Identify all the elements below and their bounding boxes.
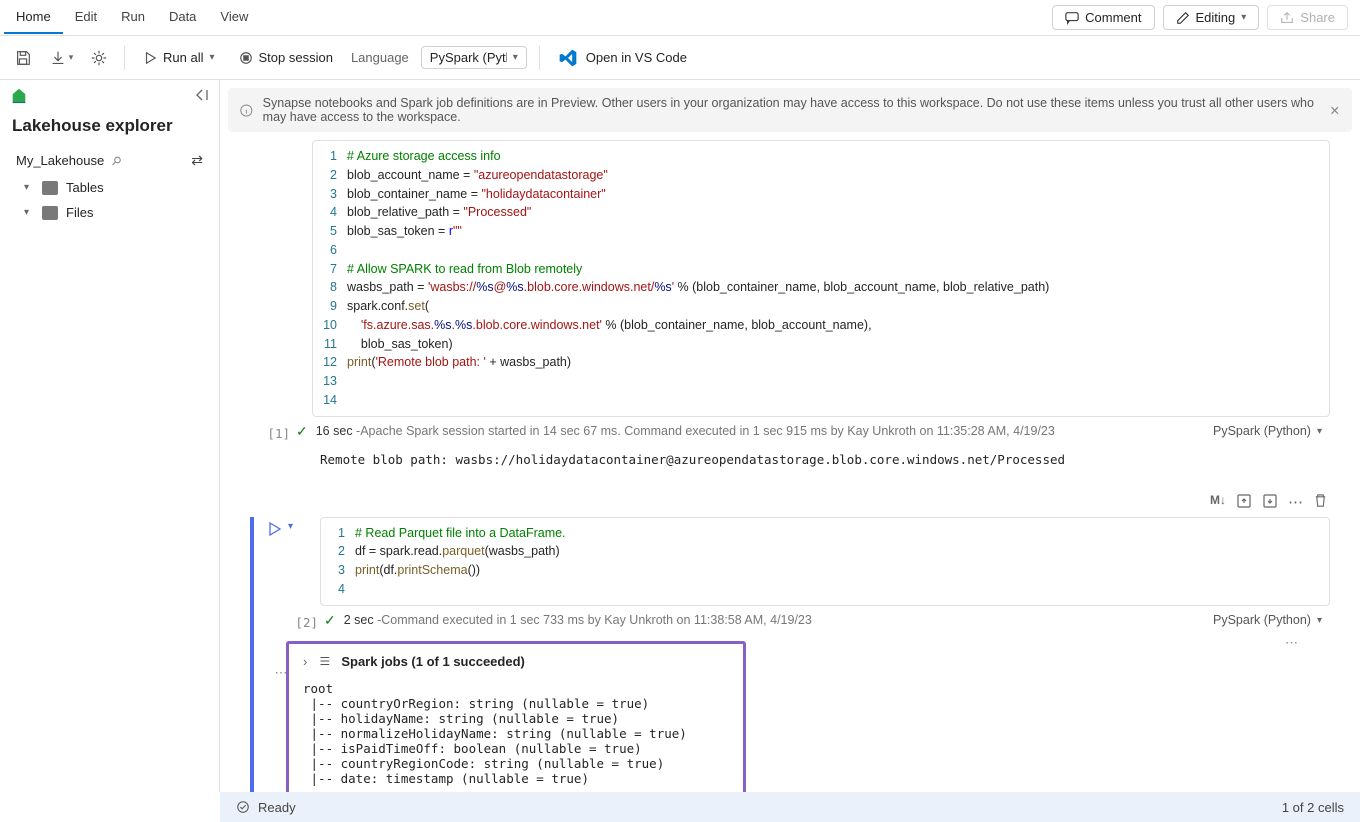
chevron-down-icon: ▾ (1317, 426, 1322, 437)
code-editor-1[interactable]: 1# Azure storage access info2blob_accoun… (312, 140, 1330, 417)
cell-lang-2[interactable]: PySpark (Python) (1213, 613, 1311, 627)
cell-lang-1[interactable]: PySpark (Python) (1213, 424, 1311, 438)
code-editor-2[interactable]: 1# Read Parquet file into a DataFrame.2d… (320, 517, 1330, 606)
more-button[interactable]: ⋯ (1288, 493, 1303, 511)
status-text-2: Command executed in 1 sec 733 ms by Kay … (381, 613, 812, 627)
cell-index-2: [2] (266, 611, 318, 630)
tree-tables[interactable]: ▾ Tables (0, 175, 219, 200)
menu-home[interactable]: Home (4, 1, 63, 34)
download-icon (49, 49, 67, 67)
folder-icon (42, 206, 58, 220)
open-vscode-button[interactable]: Open in VS Code (552, 44, 693, 72)
run-cell-button[interactable] (266, 521, 282, 606)
schema-output: root |-- countryOrRegion: string (nullab… (303, 681, 729, 786)
language-value: PySpark (Pytho... (430, 50, 507, 65)
run-all-label: Run all (163, 50, 203, 65)
vscode-label: Open in VS Code (586, 50, 687, 65)
settings-button[interactable] (86, 45, 112, 71)
info-icon (240, 103, 253, 118)
list-icon (317, 654, 331, 668)
success-icon: ✓ (324, 612, 336, 629)
pencil-icon (1176, 11, 1190, 25)
insert-above-button[interactable] (1236, 493, 1252, 511)
editing-label: Editing (1196, 10, 1236, 25)
run-all-button[interactable]: Run all ▾ (137, 46, 221, 69)
lakehouse-icon (10, 86, 28, 104)
cell-2: ▾ 1# Read Parquet file into a DataFrame.… (250, 517, 1330, 793)
cell-index-1: [1] (250, 422, 290, 441)
tree-files[interactable]: ▾ Files (0, 200, 219, 225)
ready-icon (236, 800, 250, 814)
gear-icon (90, 49, 108, 67)
statusbar: Ready 1 of 2 cells (220, 792, 1360, 822)
success-icon: ✓ (296, 423, 308, 440)
folder-icon (42, 181, 58, 195)
menu-data[interactable]: Data (157, 1, 208, 34)
chevron-down-icon: ▾ (513, 52, 518, 63)
pin-icon[interactable]: ⚲ (109, 152, 125, 168)
editing-button[interactable]: Editing ▾ (1163, 5, 1260, 30)
separator (539, 46, 540, 70)
status-text-1: Apache Spark session started in 14 sec 6… (360, 424, 1055, 438)
chevron-down-icon: ▾ (209, 52, 214, 63)
stop-session-button[interactable]: Stop session (233, 46, 339, 69)
share-icon (1280, 11, 1294, 25)
chevron-down-icon: ▾ (24, 207, 34, 218)
save-button[interactable] (10, 45, 36, 71)
share-label: Share (1300, 10, 1335, 25)
chevron-right-icon[interactable]: › (303, 654, 307, 669)
collapse-sidebar-button[interactable] (193, 87, 209, 103)
runtime-1: 16 sec (316, 424, 353, 438)
chevron-down-icon: ▾ (1317, 615, 1322, 626)
tree-tables-label: Tables (66, 180, 104, 195)
menu-bar: Home Edit Run Data View Comment Editing … (0, 0, 1360, 36)
cell-counter: 1 of 2 cells (1282, 800, 1344, 815)
chevron-down-icon: ▾ (24, 182, 34, 193)
preview-banner: Synapse notebooks and Spark job definiti… (228, 88, 1352, 132)
cell-1: 1# Azure storage access info2blob_accoun… (250, 140, 1330, 477)
comment-icon (1065, 11, 1079, 25)
stop-label: Stop session (259, 50, 333, 65)
collapse-icon (193, 87, 209, 103)
swap-icon[interactable]: ⇄ (191, 152, 203, 169)
output-options-button[interactable]: ⋯ (1285, 635, 1330, 793)
vscode-icon (558, 48, 578, 68)
cell-toolbar: M↓ ⋯ (220, 489, 1360, 517)
runtime-2: 2 sec (344, 613, 374, 627)
menu-edit[interactable]: Edit (63, 1, 109, 34)
chevron-down-icon: ▾ (69, 52, 74, 63)
sidebar-title: Lakehouse explorer (0, 110, 219, 146)
spark-jobs-label: Spark jobs (1 of 1 succeeded) (341, 654, 525, 669)
chevron-down-icon: ▾ (1241, 12, 1246, 23)
play-icon (143, 51, 157, 65)
menu-view[interactable]: View (208, 1, 260, 34)
spark-output-box: › Spark jobs (1 of 1 succeeded) root |--… (286, 641, 746, 793)
insert-below-button[interactable] (1262, 493, 1278, 511)
lakehouse-name[interactable]: My_Lakehouse (16, 153, 104, 168)
status-ready: Ready (258, 800, 296, 815)
tree-files-label: Files (66, 205, 93, 220)
run-dropdown-button[interactable]: ▾ (288, 521, 293, 606)
output-1: Remote blob path: wasbs://holidaydatacon… (312, 446, 1073, 477)
stop-icon (239, 51, 253, 65)
comment-label: Comment (1085, 10, 1141, 25)
language-label: Language (351, 50, 409, 65)
sidebar: Lakehouse explorer My_Lakehouse ⚲ ⇄ ▾ Ta… (0, 80, 220, 792)
notebook-content: Synapse notebooks and Spark job definiti… (220, 80, 1360, 792)
delete-cell-button[interactable] (1313, 493, 1328, 511)
download-button[interactable]: ▾ (48, 45, 74, 71)
share-button: Share (1267, 5, 1348, 30)
language-select[interactable]: PySpark (Pytho... ▾ (421, 46, 527, 69)
markdown-toggle-button[interactable]: M↓ (1210, 493, 1226, 511)
close-banner-button[interactable]: ✕ (1330, 103, 1340, 118)
menu-run[interactable]: Run (109, 1, 157, 34)
separator (124, 46, 125, 70)
toolbar: ▾ Run all ▾ Stop session Language PySpar… (0, 36, 1360, 80)
comment-button[interactable]: Comment (1052, 5, 1154, 30)
save-icon (14, 49, 32, 67)
banner-text: Synapse notebooks and Spark job definiti… (263, 96, 1320, 124)
